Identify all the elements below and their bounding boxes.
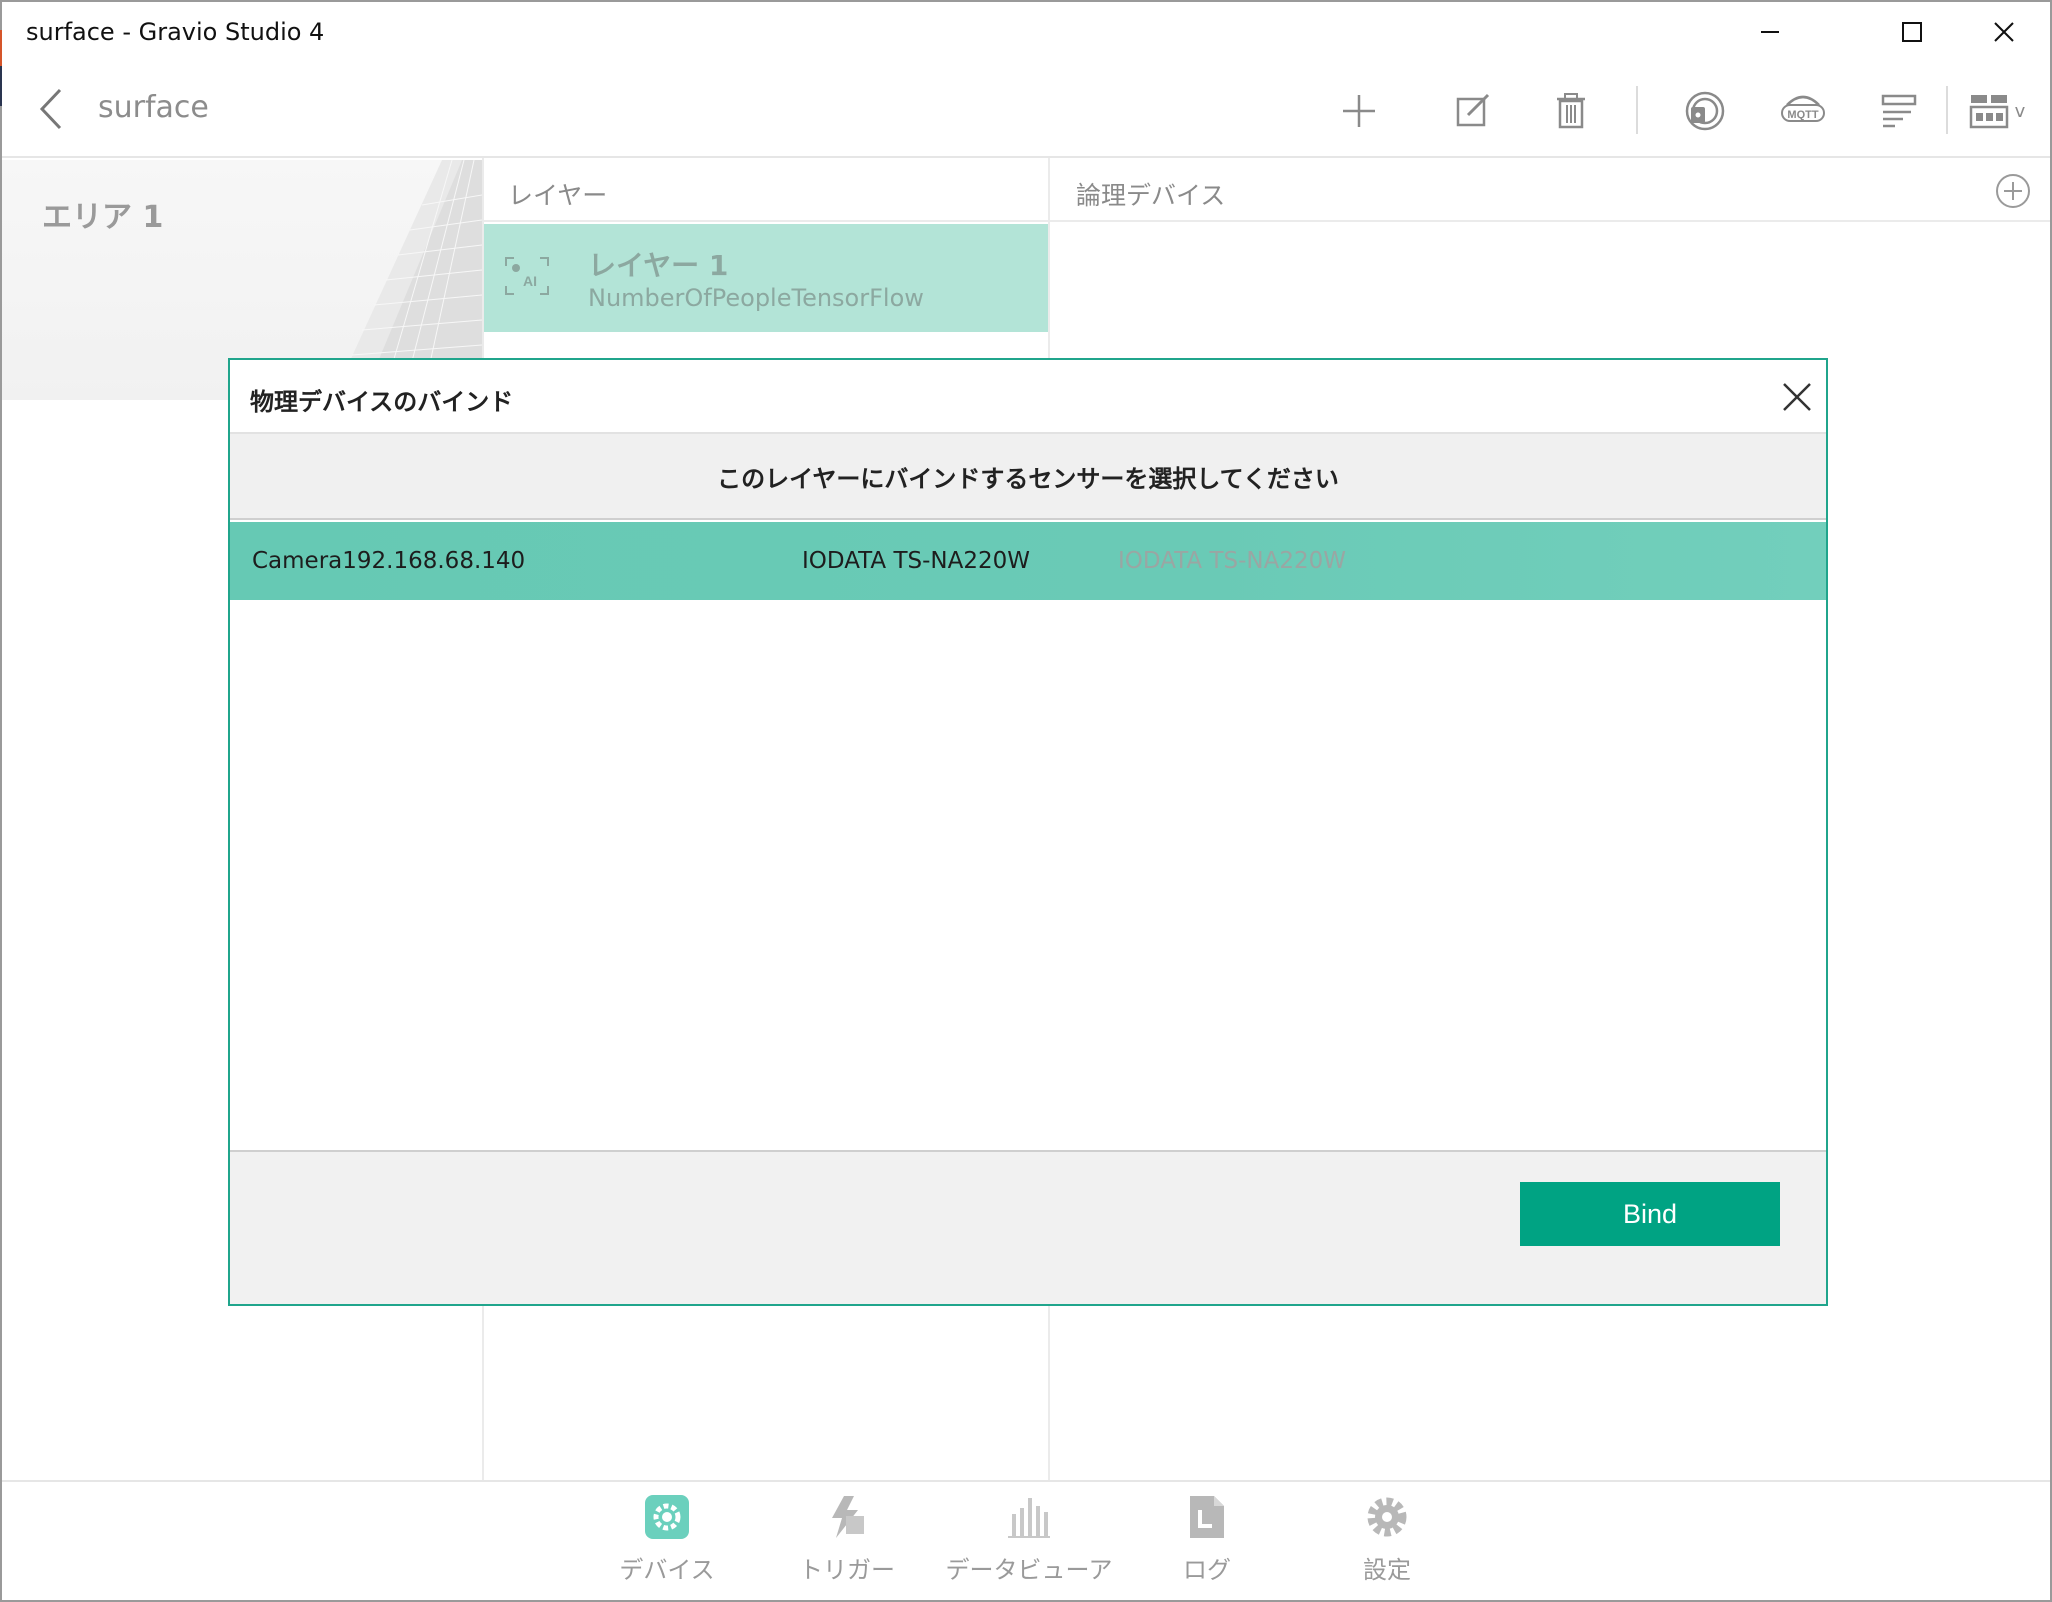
- ai-camera-icon: AI: [504, 256, 550, 296]
- svg-text:AI: AI: [523, 273, 537, 289]
- fingerprint-icon: [1685, 91, 1725, 131]
- chevron-down-icon: v: [2014, 100, 2026, 122]
- nav-label: 設定: [1363, 1556, 1411, 1584]
- gear-device-icon: [645, 1495, 689, 1539]
- nav-triggers[interactable]: トリガー: [772, 1494, 922, 1594]
- add-logical-device-button[interactable]: [1994, 172, 2032, 210]
- list-icon: [1881, 94, 1917, 128]
- trigger-icon: [832, 1496, 864, 1538]
- device-name: Camera192.168.68.140: [252, 548, 526, 574]
- device-model: IODATA TS-NA220W: [802, 548, 1030, 574]
- area-label: エリア 1: [42, 200, 164, 235]
- minimize-icon: [1761, 31, 1779, 33]
- window-close-button[interactable]: [1958, 0, 2050, 64]
- maximize-button[interactable]: [1866, 0, 1958, 64]
- nav-data-viewer[interactable]: データビューア: [945, 1494, 1113, 1594]
- dialog-instruction: このレイヤーにバインドするセンサーを選択してください: [230, 434, 1826, 520]
- list-button[interactable]: [1874, 86, 1924, 136]
- bind-button[interactable]: Bind: [1520, 1182, 1780, 1246]
- nav-label: デバイス: [619, 1556, 715, 1584]
- mqtt-button[interactable]: MQTT: [1778, 86, 1828, 136]
- view-switch-button[interactable]: v: [1962, 86, 2032, 136]
- plus-icon: [1343, 95, 1375, 127]
- logical-device-header-label: 論理デバイス: [1076, 181, 1226, 210]
- nav-label: トリガー: [799, 1556, 895, 1584]
- nav-log[interactable]: ログ: [1132, 1494, 1282, 1594]
- trash-icon: [1557, 93, 1585, 129]
- close-icon: [1783, 383, 1811, 411]
- edit-button[interactable]: [1448, 86, 1498, 136]
- nav-settings[interactable]: 設定: [1312, 1494, 1462, 1594]
- nav-devices[interactable]: デバイス: [592, 1494, 742, 1594]
- minimize-button[interactable]: [1724, 0, 1816, 64]
- settings-gear-icon: [1367, 1497, 1407, 1537]
- auth-button[interactable]: [1680, 86, 1730, 136]
- dialog-title: 物理デバイスのバインド: [250, 388, 514, 416]
- back-button[interactable]: [36, 86, 66, 132]
- layer-type: NumberOfPeopleTensorFlow: [588, 284, 924, 312]
- toolbar: [2, 66, 2050, 158]
- toolbar-separator: [1946, 86, 1948, 134]
- add-button[interactable]: [1334, 86, 1384, 136]
- back-chevron-icon: [39, 88, 62, 130]
- nav-label: ログ: [1183, 1556, 1231, 1584]
- dialog-close-button[interactable]: [1780, 380, 1814, 414]
- layer-name: レイヤー 1: [588, 249, 729, 282]
- layer-list-item[interactable]: [484, 224, 1048, 332]
- nav-label: データビューア: [945, 1556, 1113, 1584]
- edit-icon: [1456, 93, 1490, 127]
- log-icon: [1190, 1496, 1224, 1538]
- grid-view-icon: [1969, 95, 2008, 129]
- svg-text:MQTT: MQTT: [1787, 109, 1818, 121]
- page-title: surface: [98, 90, 209, 125]
- circle-plus-icon: [1996, 174, 2030, 208]
- window-title: surface - Gravio Studio 4: [26, 18, 325, 46]
- close-icon: [1994, 22, 2014, 42]
- delete-button[interactable]: [1546, 86, 1596, 136]
- maximize-icon: [1902, 22, 1922, 42]
- device-type: IODATA TS-NA220W: [1118, 548, 1346, 574]
- layer-header-label: レイヤー: [508, 181, 608, 210]
- toolbar-separator: [1636, 86, 1638, 134]
- mqtt-icon: MQTT: [1781, 95, 1825, 122]
- bar-chart-icon: [1008, 1498, 1050, 1538]
